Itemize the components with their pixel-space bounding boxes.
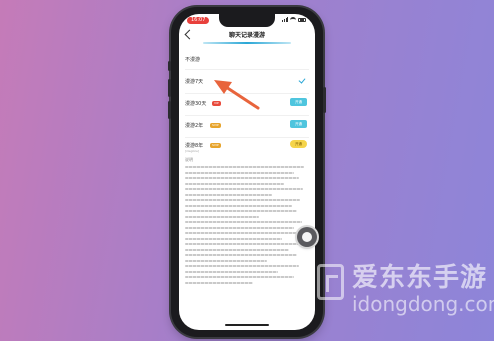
notch [219,14,275,27]
assistive-touch-button[interactable] [297,227,317,247]
checkmark-icon [298,76,306,84]
activate-button[interactable]: 开通 [290,120,307,128]
activate-button[interactable]: 开通 [290,98,307,106]
status-time: 16:07 [187,17,210,24]
volume-up-button [168,79,171,97]
divider [185,137,309,138]
option-roam-2-years[interactable]: 漫游2年 SVIP 开通 [185,120,309,134]
app-screen: 16:07 聊天记录漫游 不漫游 漫游7天 漫游30天 VIP 开通 漫游2年 … [179,14,315,330]
activate-button[interactable]: 开通 [290,140,307,148]
option-label: 漫游2年 [185,123,204,129]
divider [185,69,309,70]
status-icons [282,17,306,22]
option-label: 漫游7天 [185,79,204,85]
power-button [323,87,326,113]
nav-bar: 聊天记录漫游 [179,28,315,44]
page-title: 聊天记录漫游 [228,32,265,39]
option-subtext: [illegible] [185,149,200,153]
svip-badge: SVIP [210,123,221,128]
option-label: 漫游30天 [185,101,207,107]
home-indicator[interactable] [225,324,269,326]
mute-switch [168,61,171,71]
signal-icon [282,17,288,22]
option-roam-7-days[interactable]: 漫游7天 [185,76,309,90]
description-text-lines [185,166,309,284]
watermark-url: idongdong.com [352,292,494,316]
watermark-logo-icon [317,264,344,300]
vip-badge: VIP [212,101,221,106]
option-no-roaming[interactable]: 不漫游 [185,54,309,68]
watermark-brand: 爱东东手游 [352,263,488,293]
option-label: 不漫游 [185,57,201,63]
description-section: 说明 [185,157,309,315]
title-underline [203,42,291,44]
option-label: 漫游8年 [185,143,204,149]
wifi-icon [290,17,296,22]
divider [185,93,309,94]
svip-badge: SVIP [210,143,221,148]
option-roam-8-years[interactable]: 漫游8年 SVIP [illegible] 开通 [185,140,309,154]
option-roam-30-days[interactable]: 漫游30天 VIP 开通 [185,98,309,112]
phone-frame: 16:07 聊天记录漫游 不漫游 漫游7天 漫游30天 VIP 开通 漫游2年 … [168,7,326,337]
divider [185,115,309,116]
volume-down-button [168,101,171,119]
description-title: 说明 [185,157,193,162]
battery-icon [298,17,306,22]
